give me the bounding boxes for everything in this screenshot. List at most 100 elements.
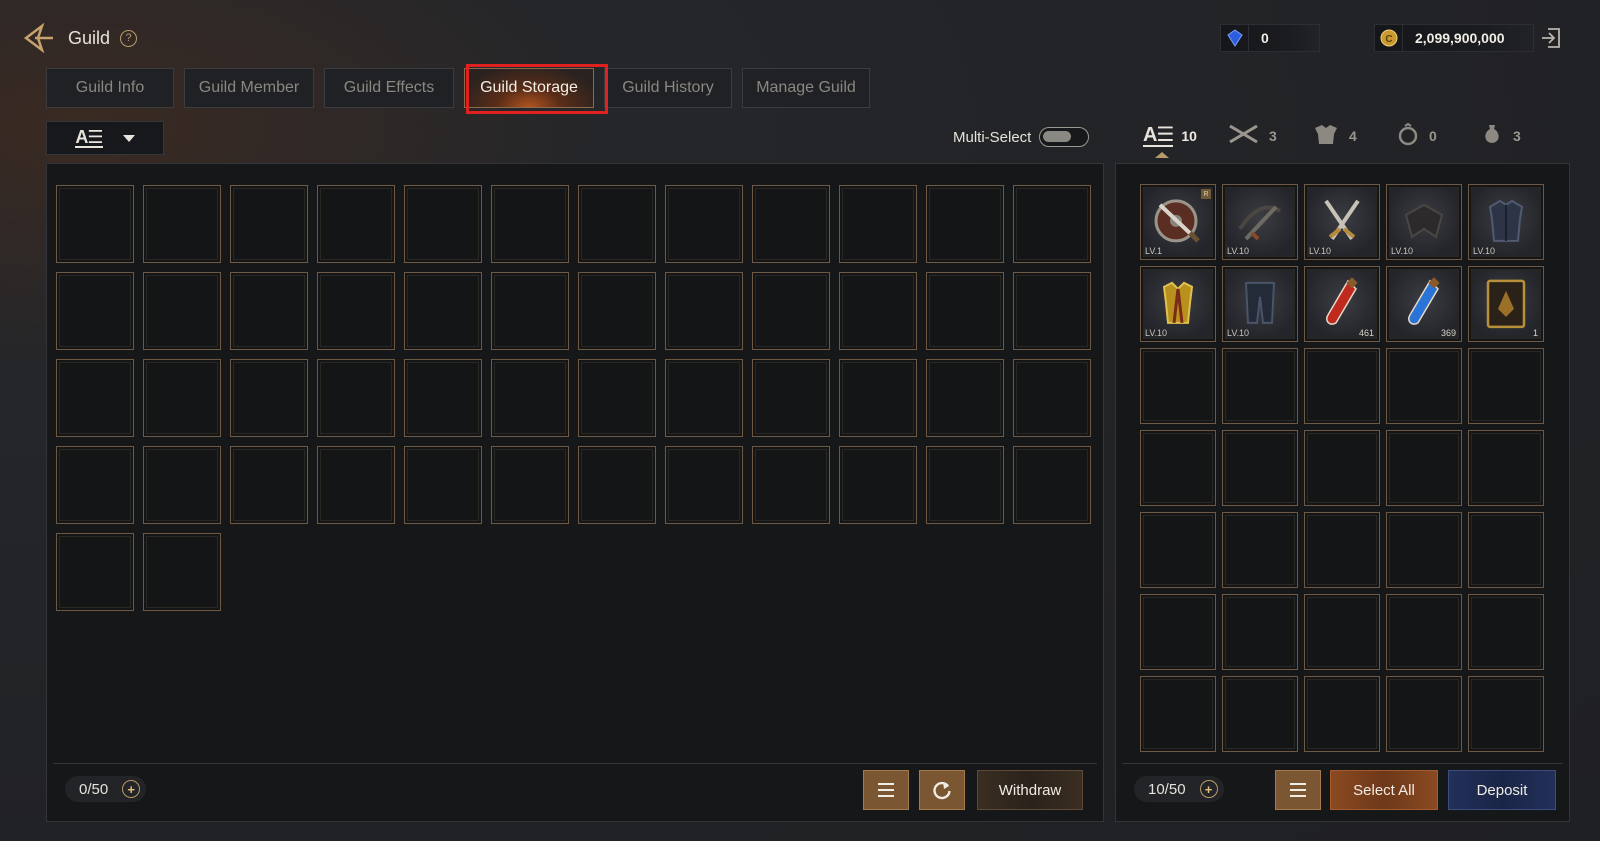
tab-guild-history[interactable]: Guild History [604,68,732,108]
storage-slot[interactable] [317,446,395,524]
storage-slot[interactable] [56,446,134,524]
storage-slot[interactable] [665,446,743,524]
inventory-slot[interactable] [1140,430,1216,506]
expand-inventory-plus-icon[interactable]: + [1199,780,1218,798]
exit-icon[interactable] [1538,24,1564,52]
tab-guild-effects[interactable]: Guild Effects [324,68,454,108]
inventory-item-slot[interactable]: 1 [1468,266,1544,342]
storage-slot[interactable] [578,185,656,263]
inventory-item-slot[interactable]: 369 [1386,266,1462,342]
storage-slot[interactable] [230,359,308,437]
storage-slot[interactable] [404,446,482,524]
inventory-slot[interactable] [1468,676,1544,752]
storage-slot[interactable] [143,359,221,437]
sort-filter-dropdown[interactable]: A☰ [46,121,164,155]
inventory-slot[interactable] [1468,594,1544,670]
category-weapons[interactable]: 3 [1227,118,1311,154]
inventory-item-slot[interactable]: R LV.1 [1140,184,1216,260]
storage-slot[interactable] [404,185,482,263]
storage-slot[interactable] [56,359,134,437]
inventory-slot[interactable] [1140,512,1216,588]
storage-slot[interactable] [839,446,917,524]
category-consumable[interactable]: 3 [1479,118,1563,154]
storage-slot[interactable] [1013,272,1091,350]
storage-slot[interactable] [752,272,830,350]
storage-slot[interactable] [926,359,1004,437]
inventory-slot[interactable] [1386,430,1462,506]
inventory-slot[interactable] [1222,430,1298,506]
storage-slot[interactable] [665,359,743,437]
storage-slot[interactable] [752,359,830,437]
inventory-item-slot[interactable]: LV.10 [1222,184,1298,260]
inventory-item-slot[interactable]: LV.10 [1140,266,1216,342]
tab-guild-info[interactable]: Guild Info [46,68,174,108]
storage-slot[interactable] [56,533,134,611]
storage-slot[interactable] [404,272,482,350]
inventory-slot[interactable] [1386,348,1462,424]
inventory-item-slot[interactable]: LV.10 [1386,184,1462,260]
storage-slot[interactable] [491,359,569,437]
storage-slot[interactable] [665,272,743,350]
deposit-button[interactable]: Deposit [1448,770,1556,810]
storage-slot[interactable] [491,446,569,524]
storage-slot[interactable] [317,359,395,437]
storage-slot[interactable] [1013,446,1091,524]
storage-slot[interactable] [143,446,221,524]
withdraw-button[interactable]: Withdraw [977,770,1083,810]
help-icon[interactable]: ? [120,29,138,47]
storage-slot[interactable] [839,359,917,437]
inventory-item-slot[interactable]: LV.10 [1222,266,1298,342]
storage-slot[interactable] [926,446,1004,524]
inventory-slot[interactable] [1468,348,1544,424]
inventory-slot[interactable] [1468,430,1544,506]
storage-refresh-button[interactable] [919,770,965,810]
storage-slot[interactable] [317,272,395,350]
inventory-slot[interactable] [1304,512,1380,588]
storage-slot[interactable] [491,185,569,263]
storage-slot[interactable] [578,272,656,350]
inventory-slot[interactable] [1386,512,1462,588]
storage-menu-button[interactable] [863,770,909,810]
inventory-slot[interactable] [1304,594,1380,670]
storage-slot[interactable] [404,359,482,437]
select-all-button[interactable]: Select All [1330,770,1438,810]
expand-storage-plus-icon[interactable]: + [122,780,141,798]
inventory-menu-button[interactable] [1275,770,1321,810]
storage-slot[interactable] [56,185,134,263]
storage-slot[interactable] [230,446,308,524]
back-arrow-icon[interactable] [20,20,58,56]
inventory-slot[interactable] [1386,594,1462,670]
storage-slot[interactable] [578,446,656,524]
storage-slot[interactable] [752,446,830,524]
storage-slot[interactable] [926,272,1004,350]
storage-slot[interactable] [230,185,308,263]
tab-guild-storage[interactable]: Guild Storage [464,68,594,108]
inventory-slot[interactable] [1304,348,1380,424]
category-all[interactable]: A☰ 10 [1143,118,1227,158]
tab-manage-guild[interactable]: Manage Guild [742,68,870,108]
inventory-slot[interactable] [1468,512,1544,588]
storage-slot[interactable] [143,185,221,263]
storage-slot[interactable] [143,272,221,350]
storage-slot[interactable] [230,272,308,350]
inventory-slot[interactable] [1222,512,1298,588]
inventory-slot[interactable] [1304,676,1380,752]
tab-guild-member[interactable]: Guild Member [184,68,314,108]
inventory-item-slot[interactable]: LV.10 [1304,184,1380,260]
inventory-slot[interactable] [1140,676,1216,752]
inventory-slot[interactable] [1222,594,1298,670]
storage-slot[interactable] [839,272,917,350]
category-armor[interactable]: 4 [1311,118,1395,154]
storage-slot[interactable] [752,185,830,263]
storage-slot[interactable] [1013,359,1091,437]
inventory-slot[interactable] [1222,348,1298,424]
storage-slot[interactable] [839,185,917,263]
multi-select-toggle[interactable] [1039,127,1090,147]
storage-slot[interactable] [56,272,134,350]
storage-slot[interactable] [317,185,395,263]
inventory-slot[interactable] [1140,594,1216,670]
storage-slot[interactable] [665,185,743,263]
inventory-item-slot[interactable]: 461 [1304,266,1380,342]
inventory-slot[interactable] [1140,348,1216,424]
category-accessory[interactable]: 0 [1395,118,1479,154]
